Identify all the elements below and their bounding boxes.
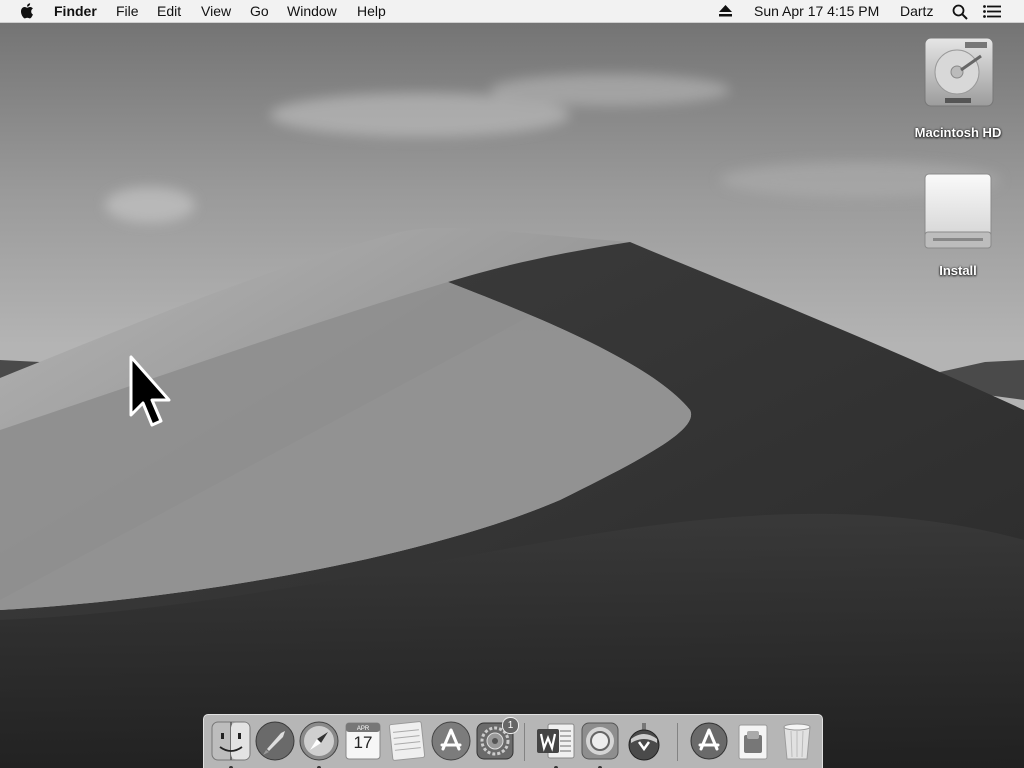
dock-notes[interactable] — [385, 719, 429, 763]
document-stack-icon — [738, 724, 768, 760]
desktop-icon-label: Install — [939, 263, 977, 278]
dock-calendar[interactable]: APR 17 — [341, 719, 385, 763]
installer-icon — [628, 723, 660, 761]
menu-bar: Finder File Edit View Go Window Help Sun… — [0, 0, 1024, 23]
spotlight-search-icon[interactable] — [952, 4, 968, 20]
desktop-icon-install[interactable]: Install — [913, 170, 1003, 282]
menu-file[interactable]: File — [116, 3, 139, 19]
desktop-icon-macintosh-hd[interactable]: Macintosh HD — [913, 30, 1003, 145]
word-icon — [537, 723, 575, 759]
dock-finder[interactable] — [209, 719, 253, 768]
dock-system-preferences[interactable]: 1 — [473, 717, 519, 763]
chrome-icon — [581, 722, 619, 760]
hard-drive-icon — [924, 37, 994, 107]
dock-installer[interactable] — [622, 719, 666, 763]
dock-chrome[interactable] — [578, 719, 622, 768]
menu-datetime[interactable]: Sun Apr 17 4:15 PM — [754, 3, 879, 19]
menu-window[interactable]: Window — [287, 3, 337, 19]
dock-document-stack[interactable] — [731, 719, 775, 763]
menu-go[interactable]: Go — [250, 3, 269, 19]
dock-app-store[interactable] — [429, 719, 473, 763]
safari-icon — [299, 721, 339, 761]
trash-icon — [783, 723, 811, 760]
notification-badge: 1 — [502, 717, 519, 734]
eject-icon[interactable] — [719, 5, 732, 17]
dock-app-store-downloads[interactable] — [687, 719, 731, 763]
desktop-icon-label: Macintosh HD — [914, 125, 1002, 140]
calendar-month: APR — [356, 726, 370, 732]
desktop[interactable]: Finder File Edit View Go Window Help Sun… — [0, 0, 1024, 768]
external-drive-icon — [924, 173, 992, 249]
dock-separator — [677, 723, 678, 761]
menu-help[interactable]: Help — [357, 3, 386, 19]
app-store-downloads-icon — [690, 722, 728, 760]
apple-icon[interactable] — [20, 3, 34, 19]
app-store-icon — [431, 721, 471, 761]
dock-word[interactable] — [534, 719, 578, 768]
dock-safari[interactable] — [297, 719, 341, 768]
menu-view[interactable]: View — [201, 3, 231, 19]
menu-app-name[interactable]: Finder — [54, 3, 97, 19]
dock-launchpad[interactable] — [253, 719, 297, 763]
finder-icon — [211, 721, 251, 761]
calendar-day: 17 — [353, 733, 373, 752]
menu-user[interactable]: Dartz — [900, 3, 933, 19]
mouse-pointer-icon — [129, 355, 171, 427]
dock-trash[interactable] — [775, 719, 819, 763]
menu-edit[interactable]: Edit — [157, 3, 181, 19]
notification-center-icon[interactable] — [983, 5, 1001, 18]
dock: APR 17 1 — [203, 714, 823, 768]
launchpad-icon — [255, 721, 295, 761]
notes-icon — [388, 721, 426, 761]
dock-separator — [524, 723, 525, 761]
